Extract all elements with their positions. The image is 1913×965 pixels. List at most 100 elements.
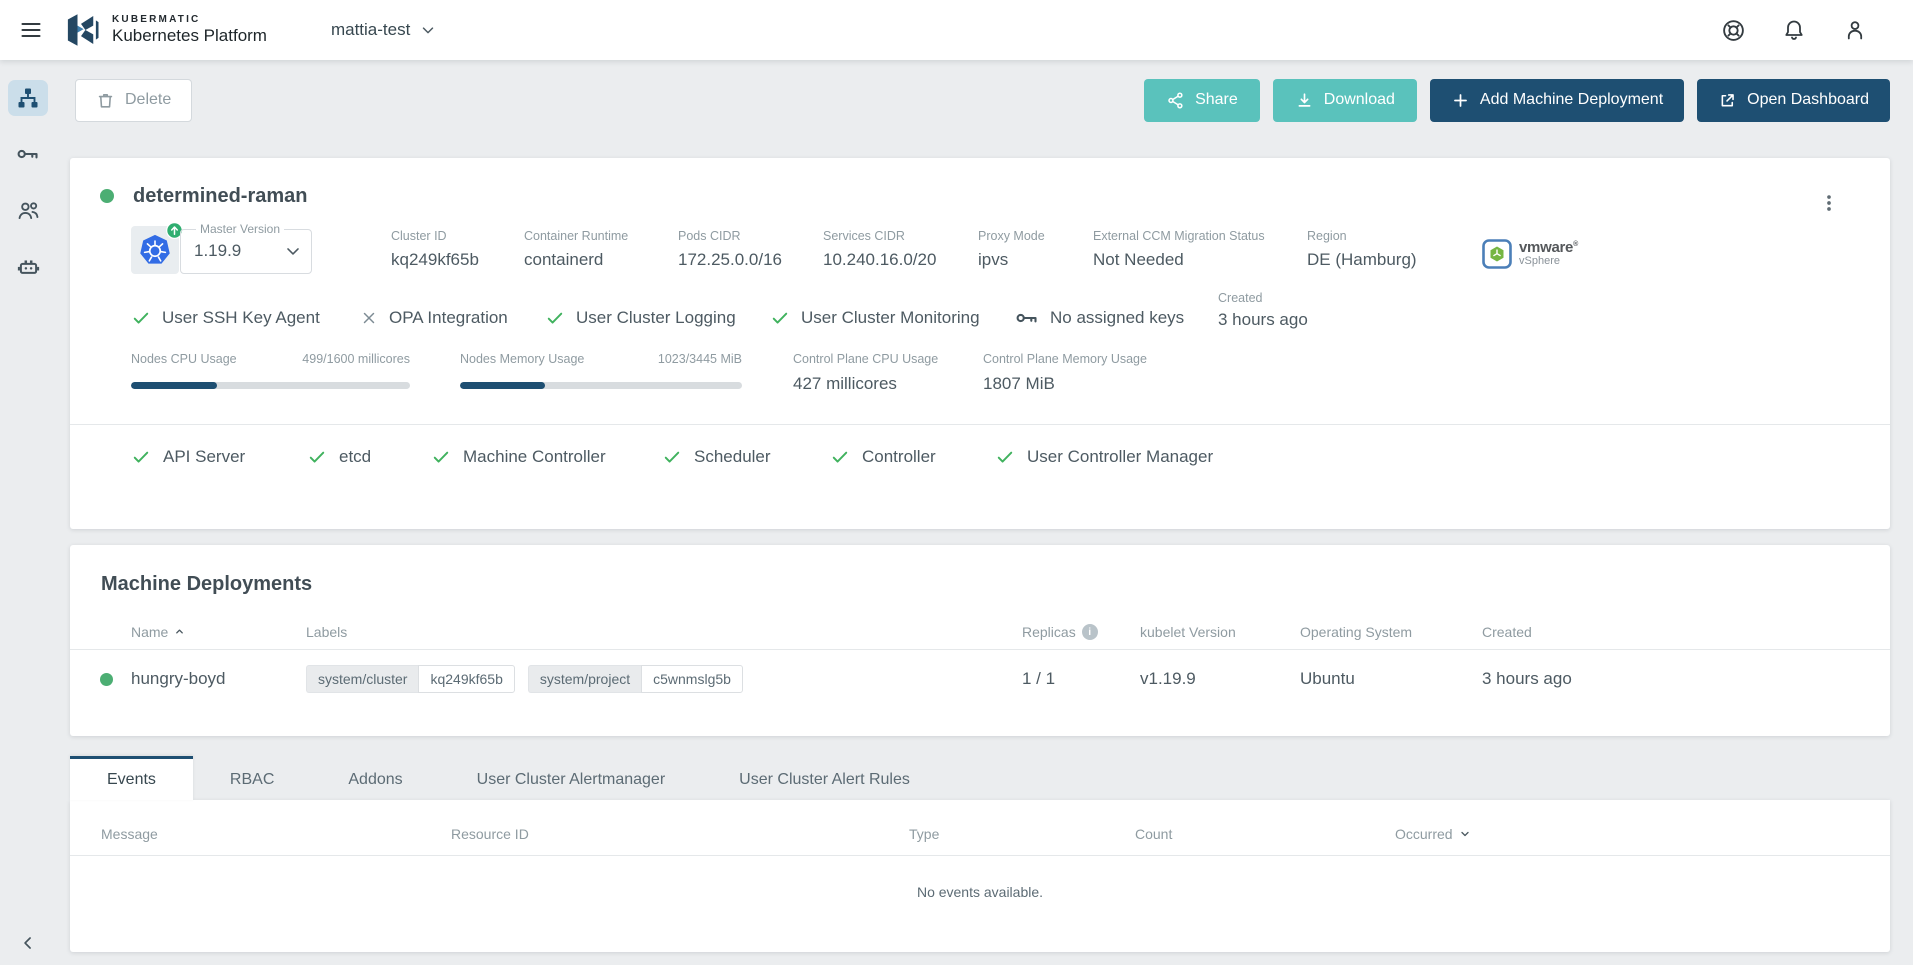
events-header: Message Resource ID Type Count Occurred <box>70 800 1890 856</box>
health-scheduler: Scheduler <box>662 447 830 467</box>
project-selector[interactable]: mattia-test <box>331 20 437 40</box>
label-value: c5wnmslg5b <box>641 665 743 693</box>
add-machine-deployment-label: Add Machine Deployment <box>1480 91 1663 109</box>
control-plane-memory-usage: Control Plane Memory Usage 1807 MiB <box>983 352 1147 394</box>
topbar: KUBERMATIC Kubernetes Platform mattia-te… <box>0 0 1913 60</box>
column-message: Message <box>101 826 451 842</box>
check-icon <box>131 447 151 467</box>
sort-caret-down-icon <box>1459 828 1471 840</box>
machine-deployment-row[interactable]: hungry-boyd system/cluster kq249kf65b sy… <box>70 650 1890 708</box>
detail-label: External CCM Migration Status <box>1093 229 1307 243</box>
label-key: system/cluster <box>306 665 418 693</box>
detail-value: 172.25.0.0/16 <box>678 250 823 270</box>
feature-user-cluster-monitoring: User Cluster Monitoring <box>770 306 1015 330</box>
detail-value: containerd <box>524 250 678 270</box>
help-button[interactable] <box>1719 16 1747 44</box>
topbar-actions <box>1719 16 1869 44</box>
sidebar-item-ssh-keys[interactable] <box>8 136 48 172</box>
column-name[interactable]: Name <box>131 624 306 640</box>
nodes-memory-usage: Nodes Memory Usage 1023/3445 MiB <box>460 352 742 394</box>
tab-events[interactable]: Events <box>70 756 193 800</box>
menu-button[interactable] <box>14 13 48 47</box>
nodes-cpu-usage: Nodes CPU Usage 499/1600 millicores <box>131 352 410 394</box>
info-icon[interactable]: i <box>1082 624 1098 640</box>
master-version-dropdown[interactable]: Master Version 1.19.9 <box>180 226 312 274</box>
provider-text: vmware® vSphere <box>1519 240 1578 267</box>
brand-line2: Kubernetes Platform <box>112 26 267 46</box>
app: KUBERMATIC Kubernetes Platform mattia-te… <box>0 0 1913 965</box>
tab-user-cluster-alertmanager[interactable]: User Cluster Alertmanager <box>440 756 703 800</box>
brand[interactable]: KUBERMATIC Kubernetes Platform <box>60 9 267 51</box>
control-plane-cpu-usage: Control Plane CPU Usage 427 millicores <box>793 352 983 394</box>
help-buoy-icon <box>1721 18 1746 43</box>
cluster-tree-icon <box>16 86 40 110</box>
health-etcd: etcd <box>307 447 431 467</box>
shell: Delete Share <box>0 60 1913 965</box>
kebab-icon <box>1818 192 1840 214</box>
delete-button[interactable]: Delete <box>75 79 192 122</box>
md-labels: system/cluster kq249kf65b system/project… <box>306 665 1022 693</box>
detail-cluster-id: Cluster ID kq249kf65b <box>391 229 524 270</box>
machine-deployments-title: Machine Deployments <box>70 545 1890 596</box>
add-machine-deployment-button[interactable]: Add Machine Deployment <box>1430 79 1684 122</box>
check-icon <box>830 447 850 467</box>
tab-addons[interactable]: Addons <box>311 756 439 800</box>
detail-label: Proxy Mode <box>978 229 1093 243</box>
detail-external-ccm: External CCM Migration Status Not Needed <box>1093 229 1307 270</box>
open-dashboard-button[interactable]: Open Dashboard <box>1697 79 1890 122</box>
nodes-cpu-progressbar <box>131 382 410 389</box>
vmware-brand: vmware® <box>1519 240 1578 256</box>
detail-value: kq249kf65b <box>391 250 524 270</box>
sidebar-item-service-accounts[interactable] <box>8 248 48 284</box>
download-icon <box>1295 91 1314 110</box>
provider-logo: vmware® vSphere <box>1482 237 1578 270</box>
toolbar-right: Share Download Add <box>1144 79 1890 122</box>
health-label: API Server <box>163 447 245 467</box>
cluster-summary-row: Master Version 1.19.9 Cluster ID kq249kf… <box>131 226 1890 274</box>
delete-label: Delete <box>125 91 171 109</box>
check-icon <box>431 447 451 467</box>
user-menu-button[interactable] <box>1841 16 1869 44</box>
share-button[interactable]: Share <box>1144 79 1260 122</box>
vsphere-product: vSphere <box>1519 256 1578 268</box>
check-icon <box>662 447 682 467</box>
health-label: etcd <box>339 447 371 467</box>
detail-label: Pods CIDR <box>678 229 823 243</box>
column-kubelet-version: kubelet Version <box>1140 624 1300 640</box>
label-chip: system/project c5wnmslg5b <box>528 665 743 693</box>
cluster-details: Cluster ID kq249kf65b Container Runtime … <box>391 226 1578 270</box>
usage-label: Control Plane CPU Usage <box>793 352 983 366</box>
notifications-button[interactable] <box>1780 16 1808 44</box>
health-label: User Controller Manager <box>1027 447 1213 467</box>
usage-label: Nodes Memory Usage <box>460 352 584 366</box>
sidebar-item-members[interactable] <box>8 192 48 228</box>
tab-user-cluster-alert-rules[interactable]: User Cluster Alert Rules <box>702 756 947 800</box>
chevron-down-icon <box>283 241 303 261</box>
cluster-health-row: API Server etcd Machine Controller Sched… <box>70 425 1890 529</box>
health-label: Machine Controller <box>463 447 606 467</box>
cluster-feature-row: User SSH Key Agent OPA Integration User … <box>131 295 1890 330</box>
machine-deployments-header: Name Labels Replicas i kubelet Version O… <box>70 614 1890 650</box>
column-occurred[interactable]: Occurred <box>1395 826 1890 842</box>
column-resource-id: Resource ID <box>451 826 909 842</box>
sidebar-item-clusters[interactable] <box>8 80 48 116</box>
key-icon <box>1015 306 1039 330</box>
share-nodes-icon <box>1166 91 1185 110</box>
kubermatic-logo-icon <box>60 9 102 51</box>
cluster-status-dot <box>100 189 114 203</box>
detail-pods-cidr: Pods CIDR 172.25.0.0/16 <box>678 229 823 270</box>
check-icon <box>307 447 327 467</box>
feature-label: No assigned keys <box>1050 308 1184 328</box>
label-key: system/project <box>528 665 641 693</box>
detail-services-cidr: Services CIDR 10.240.16.0/20 <box>823 229 978 270</box>
cluster-created: Created 3 hours ago <box>1218 291 1308 330</box>
external-link-icon <box>1718 91 1737 110</box>
check-icon <box>545 308 565 328</box>
key-icon <box>16 142 40 166</box>
download-button[interactable]: Download <box>1273 79 1417 122</box>
health-label: Controller <box>862 447 936 467</box>
feature-label: User Cluster Logging <box>576 308 736 328</box>
sidebar-collapse-button[interactable] <box>9 927 47 959</box>
cluster-menu-button[interactable] <box>1812 186 1846 220</box>
tab-rbac[interactable]: RBAC <box>193 756 311 800</box>
